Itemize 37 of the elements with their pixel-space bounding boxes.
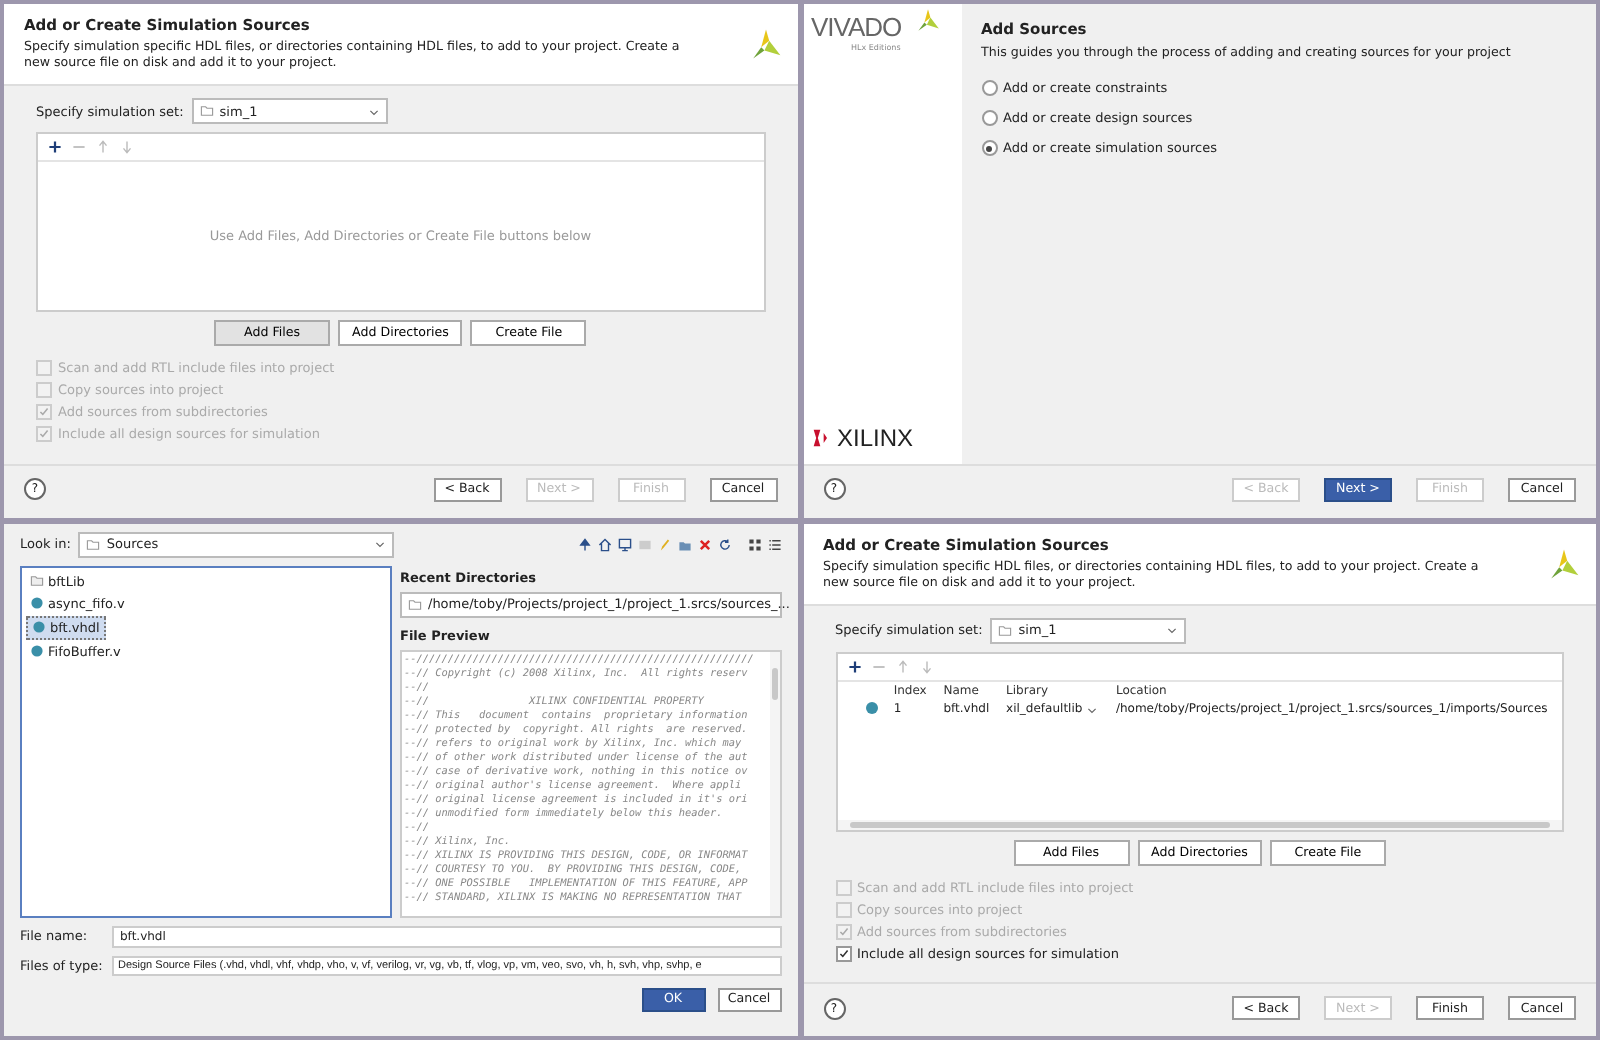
home-icon[interactable]: [597, 537, 611, 551]
radio-button[interactable]: [981, 80, 997, 97]
vivado-logo-icon: [749, 28, 781, 60]
folder-icon: [86, 537, 101, 551]
chevron-down-icon: [1086, 703, 1099, 716]
file-dot-icon: [32, 620, 46, 634]
file-dot-icon: [30, 596, 44, 610]
plus-icon[interactable]: [48, 140, 62, 155]
folder-icon: [998, 623, 1013, 638]
chevron-down-icon: [367, 105, 380, 118]
horizontal-scrollbar[interactable]: [837, 819, 1562, 830]
vertical-scrollbar[interactable]: [769, 651, 779, 915]
vivado-logo-icon: [1548, 547, 1580, 579]
up-arrow-icon[interactable]: [577, 537, 591, 551]
delete-icon[interactable]: [697, 537, 711, 551]
chevron-down-icon: [1166, 624, 1179, 637]
vivado-logo-icon: [915, 8, 939, 32]
refresh-icon[interactable]: [717, 537, 731, 551]
monitor-icon[interactable]: [617, 537, 631, 551]
xilinx-logo-icon: [811, 427, 831, 447]
radio-button[interactable]: [981, 140, 997, 157]
file-dot-icon: [30, 644, 44, 658]
list-view-icon[interactable]: [767, 537, 781, 551]
down-arrow-icon[interactable]: [919, 659, 933, 674]
grid-view-icon[interactable]: [747, 537, 761, 551]
chevron-down-icon: [374, 538, 387, 550]
brand-wordmark: VIVADO: [811, 12, 902, 42]
plus-icon[interactable]: [847, 659, 861, 674]
pencil-icon[interactable]: [657, 537, 671, 551]
folder-icon: [199, 104, 214, 119]
folder-icon: [408, 597, 422, 611]
new-folder-icon[interactable]: [677, 537, 691, 551]
folder-icon: [30, 574, 44, 588]
checkbox[interactable]: [835, 945, 851, 962]
radio-button[interactable]: [981, 110, 997, 127]
down-arrow-icon[interactable]: [120, 140, 134, 155]
vendor-wordmark: XILINX: [837, 423, 914, 451]
